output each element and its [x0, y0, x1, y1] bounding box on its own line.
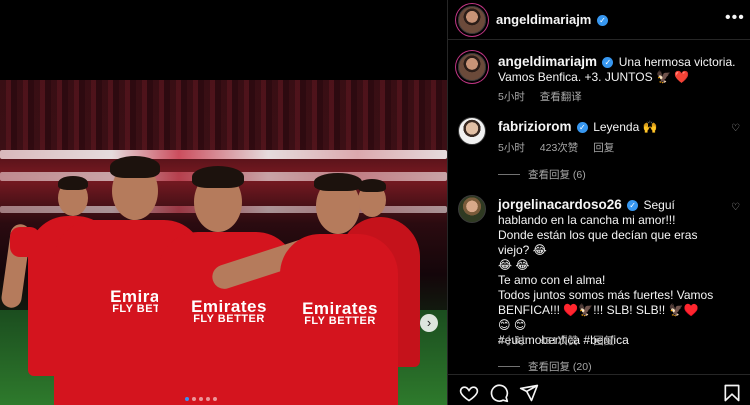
- sponsor-logo: Emirates FLY BETTER: [191, 297, 267, 325]
- comment-line: 😊 😊: [498, 318, 527, 332]
- comment-time: 5小时: [498, 142, 525, 154]
- comment-line: Te amo con el alma!: [498, 273, 606, 287]
- comment-body: Leyenda 🙌: [593, 120, 658, 134]
- comment-line: Todos juntos somos más fuertes! Vamos: [498, 288, 714, 302]
- view-replies-button[interactable]: 查看回复 (20): [498, 359, 592, 374]
- caption-line-1: Una hermosa victoria.: [618, 55, 736, 69]
- caption-time: 5小时: [498, 91, 525, 103]
- header-author: angeldimariajm ✓: [496, 12, 610, 27]
- post-media-panel: Emirates FLY BETTER Emirates FLY BETTER Em…: [0, 0, 447, 405]
- verified-badge-icon: ✓: [576, 122, 588, 133]
- comment-avatar[interactable]: [458, 195, 486, 223]
- post-photo[interactable]: Emirates FLY BETTER Emirates FLY BETTER Em…: [0, 80, 447, 405]
- comment-time: 4小时: [498, 335, 525, 347]
- translate-link[interactable]: 查看翻译: [540, 91, 582, 103]
- view-replies-label: 查看回复 (20): [528, 361, 592, 373]
- comment-line: hablando en la cancha mi amor!!!: [498, 213, 676, 227]
- verified-badge-icon: ✓: [627, 200, 639, 211]
- chevron-right-icon[interactable]: ›: [420, 314, 438, 332]
- post-side-panel: angeldimariajm ✓ ••• angeldimariajm ✓ Un…: [447, 0, 750, 405]
- share-icon[interactable]: [519, 383, 539, 403]
- verified-badge-icon: ✓: [602, 57, 614, 68]
- view-replies-label: 查看回复 (6): [528, 169, 586, 181]
- caption-username[interactable]: angeldimariajm: [498, 54, 597, 69]
- view-replies-button[interactable]: 查看回复 (6): [498, 167, 586, 182]
- comment-likes[interactable]: 451次赞: [540, 335, 579, 347]
- heart-icon[interactable]: ♡: [731, 203, 741, 213]
- sponsor-logo: Emirates FLY BETTER: [302, 299, 378, 327]
- stadium-led-board: [0, 150, 447, 159]
- author-username[interactable]: angeldimariajm: [496, 12, 591, 27]
- caption-meta: 5小时 查看翻译: [498, 89, 594, 104]
- bookmark-icon[interactable]: [722, 383, 742, 403]
- comment-line: BENFICA!!! ♥️🦅!!! SLB! SLB!! 🦅♥️: [498, 303, 699, 317]
- comment-meta: 4小时 451次赞 回复: [498, 333, 626, 348]
- caption-line-2: Vamos Benfica. +3. JUNTOS 🦅 ❤️: [498, 70, 690, 84]
- heart-icon[interactable]: [459, 383, 479, 403]
- comment-icon[interactable]: [489, 383, 509, 403]
- reply-button[interactable]: 回复: [593, 335, 614, 347]
- comment-likes[interactable]: 423次赞: [540, 142, 579, 154]
- reply-button[interactable]: 回复: [593, 142, 614, 154]
- comment-avatar[interactable]: [458, 117, 486, 145]
- comment-meta: 5小时 423次赞 回复: [498, 140, 626, 155]
- comment-text: fabriziorom ✓ Leyenda 🙌: [498, 119, 723, 135]
- carousel-dots: [185, 397, 217, 401]
- comment-text: jorgelinacardoso26 ✓ Seguí hablando en l…: [498, 197, 728, 348]
- post-header: angeldimariajm ✓ •••: [448, 0, 750, 40]
- comment-username[interactable]: fabriziorom: [498, 119, 572, 134]
- comment-line: Donde están los que decían que eras viej…: [498, 228, 698, 257]
- stadium-crowd: [0, 80, 447, 150]
- more-options-icon[interactable]: •••: [725, 9, 745, 27]
- caption-text: angeldimariajm ✓ Una hermosa victoria. V…: [498, 54, 743, 85]
- caption-avatar[interactable]: [458, 53, 486, 81]
- post-action-bar: [448, 374, 750, 405]
- comment-line: 😂 😂: [498, 258, 530, 272]
- author-avatar[interactable]: [458, 6, 486, 34]
- verified-badge-icon: ✓: [597, 15, 608, 26]
- heart-icon[interactable]: ♡: [731, 124, 741, 134]
- comment-username[interactable]: jorgelinacardoso26: [498, 197, 622, 212]
- comment-line: Seguí: [643, 198, 675, 212]
